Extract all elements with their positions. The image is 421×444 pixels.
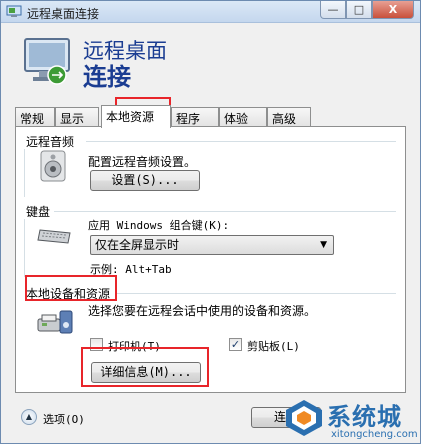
audio-settings-button[interactable]: 设置(S)... <box>90 170 200 191</box>
keyboard-description: 应用 Windows 组合键(K): <box>88 219 230 232</box>
minimize-icon: — <box>327 3 339 16</box>
windows-keys-dropdown[interactable]: 仅在全屏显示时 ▼ <box>90 235 334 255</box>
audio-group-label: 远程音频 <box>26 135 75 149</box>
audio-group-left-edge <box>24 149 25 197</box>
minimize-button[interactable]: — <box>320 1 346 19</box>
clipboard-checkbox[interactable]: ✓ <box>229 338 242 351</box>
clipboard-label: 剪贴板(L) <box>247 340 300 353</box>
xitongcheng-logo-icon <box>286 400 322 436</box>
tab-label: 程序 <box>176 112 201 126</box>
watermark-url: xitongcheng.com <box>331 429 418 440</box>
remote-desktop-monitor-icon <box>24 38 70 85</box>
tab-label: 常规 <box>20 112 45 126</box>
chevron-down-icon: ▼ <box>320 240 327 250</box>
close-icon: X <box>388 3 398 16</box>
header-title-line2: 连接 <box>83 63 131 91</box>
tab-experience[interactable]: 体验 <box>219 107 267 127</box>
tab-local-resources[interactable]: 本地资源 <box>101 105 171 128</box>
local-devices-group-label: 本地设备和资源 <box>26 287 111 301</box>
local-resources-panel: 远程音频 配置远程音频设置。 设置(S)... 键盘 应用 Windows 组合… <box>15 126 406 393</box>
audio-group-divider <box>86 141 396 142</box>
keyboard-group-label: 键盘 <box>26 205 51 219</box>
devices-icon <box>37 310 73 334</box>
close-button[interactable]: X <box>372 1 414 19</box>
tab-advanced[interactable]: 高级 <box>267 107 311 127</box>
tab-label: 显示 <box>60 112 85 126</box>
caption-buttons: — □ X <box>320 1 414 19</box>
options-expand-button[interactable]: ▲ <box>21 409 37 425</box>
title-bar[interactable]: 远程桌面连接 — □ X <box>1 1 420 23</box>
keyboard-group-divider <box>54 211 396 212</box>
speaker-icon <box>40 150 66 182</box>
tab-label: 高级 <box>272 112 297 126</box>
window-title: 远程桌面连接 <box>27 7 100 21</box>
watermark-name: 系统城 <box>327 403 402 431</box>
remote-desktop-window: 远程桌面连接 — □ X 远程桌面 连接 常规 显示 本地资源 程序 体验 高级… <box>0 0 421 444</box>
printer-label: 打印机(T) <box>108 340 161 353</box>
remote-desktop-app-icon <box>6 5 22 17</box>
maximize-button[interactable]: □ <box>346 1 372 19</box>
chevron-up-icon: ▲ <box>25 412 33 421</box>
options-label[interactable]: 选项(O) <box>43 411 85 427</box>
details-button[interactable]: 详细信息(M)... <box>91 362 201 383</box>
audio-description: 配置远程音频设置。 <box>88 155 197 169</box>
maximize-icon: □ <box>353 3 365 16</box>
tab-display[interactable]: 显示 <box>55 107 99 127</box>
printer-checkbox[interactable] <box>90 338 103 351</box>
dropdown-selected-value: 仅在全屏显示时 <box>95 238 180 252</box>
local-devices-description: 选择您要在远程会话中使用的设备和资源。 <box>88 304 317 318</box>
keyboard-example: 示例: Alt+Tab <box>90 263 172 276</box>
keyboard-icon <box>37 229 71 244</box>
tab-programs[interactable]: 程序 <box>171 107 219 127</box>
tab-general[interactable]: 常规 <box>15 107 55 127</box>
tab-label: 体验 <box>224 112 249 126</box>
local-devices-group-divider <box>116 293 396 294</box>
keyboard-group-left-edge <box>24 219 25 277</box>
tab-label: 本地资源 <box>106 110 155 124</box>
